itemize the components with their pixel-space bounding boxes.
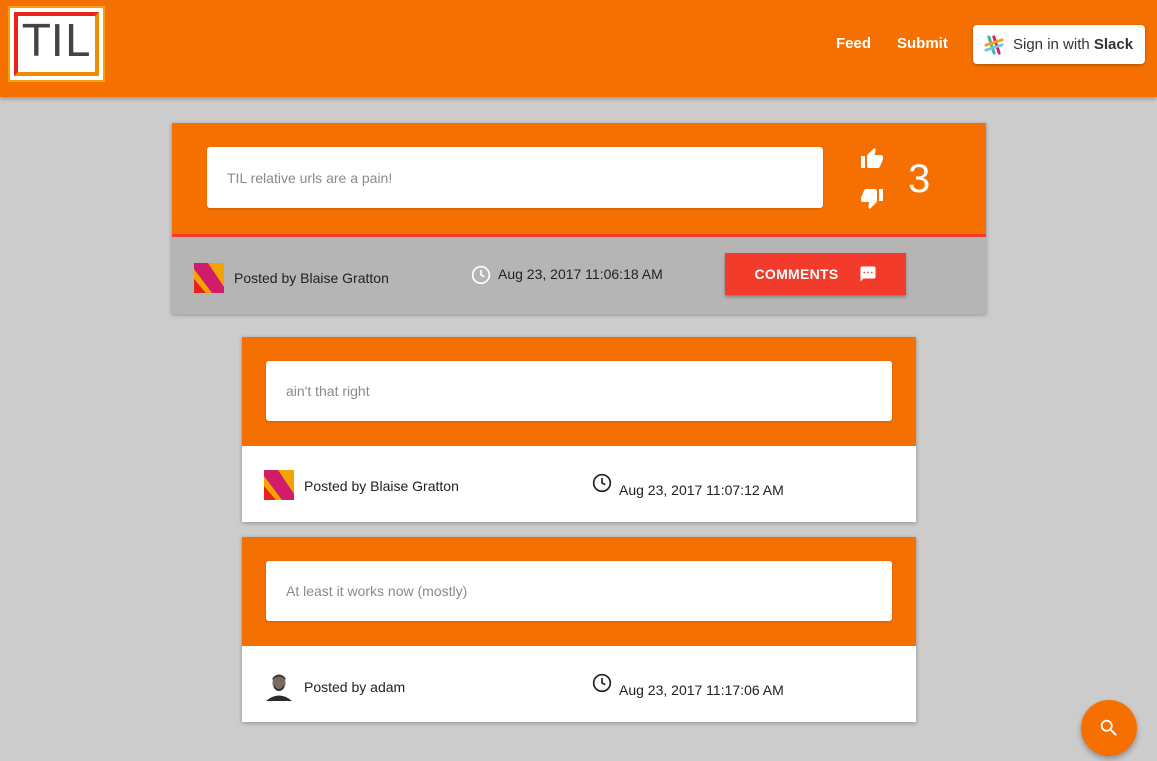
- sign-in-with-slack-button[interactable]: Sign in with Slack: [973, 25, 1145, 64]
- comment-card: ain't that right Posted by Blaise Gratto…: [242, 337, 916, 522]
- comment-text: At least it works now (mostly): [266, 561, 892, 621]
- comment-author: Posted by adam: [304, 679, 406, 695]
- clock-icon: [592, 673, 612, 693]
- avatar: [194, 263, 224, 293]
- comment-card-header: ain't that right: [242, 337, 916, 446]
- clock-icon: [471, 265, 491, 285]
- logo-text: TIL: [22, 16, 91, 67]
- thumb-down-icon[interactable]: [860, 186, 884, 210]
- comment-icon: [860, 266, 876, 282]
- search-button[interactable]: [1081, 700, 1137, 756]
- app-header: TIL Feed Submit Sign in with Slack: [0, 0, 1157, 97]
- post-text: TIL relative urls are a pain!: [207, 147, 823, 208]
- comments-button[interactable]: COMMENTS: [725, 253, 906, 295]
- comment-card-header: At least it works now (mostly): [242, 537, 916, 646]
- comment-timestamp: Aug 23, 2017 11:17:06 AM: [619, 682, 784, 698]
- comment-text: ain't that right: [266, 361, 892, 421]
- comment-card: At least it works now (mostly) Posted by…: [242, 537, 916, 722]
- comment-author: Posted by Blaise Gratton: [304, 478, 459, 494]
- post-author: Posted by Blaise Gratton: [234, 270, 389, 286]
- post-timestamp: Aug 23, 2017 11:06:18 AM: [498, 266, 663, 282]
- slack-icon: [984, 34, 1004, 55]
- avatar: [264, 470, 294, 500]
- post-card-header: TIL relative urls are a pain! 3: [172, 123, 986, 237]
- post-card: TIL relative urls are a pain! 3 Posted b…: [172, 123, 986, 314]
- nav-feed-link[interactable]: Feed: [836, 35, 871, 52]
- comments-button-label: COMMENTS: [754, 266, 839, 282]
- slack-button-label: Sign in with Slack: [1013, 36, 1134, 53]
- comment-timestamp: Aug 23, 2017 11:07:12 AM: [619, 482, 784, 498]
- til-logo[interactable]: TIL: [8, 6, 105, 82]
- avatar: [264, 671, 294, 701]
- nav-submit-link[interactable]: Submit: [897, 35, 948, 52]
- search-icon: [1100, 719, 1117, 736]
- clock-icon: [592, 473, 612, 493]
- thumb-up-icon[interactable]: [860, 147, 884, 171]
- vote-score: 3: [908, 157, 931, 201]
